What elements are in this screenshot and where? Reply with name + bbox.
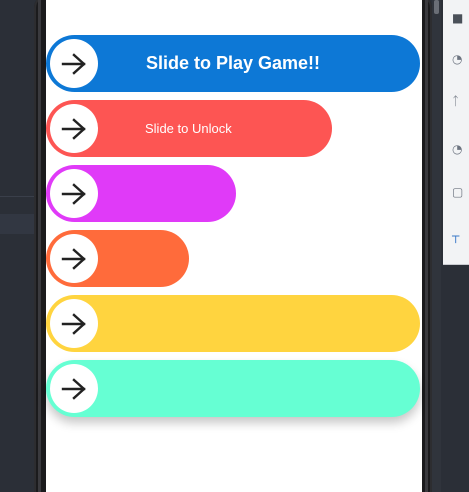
arrow-right-icon [61,117,86,140]
scrollbar[interactable] [432,0,441,492]
search-icon[interactable]: ◔ [452,53,462,65]
slider-knob[interactable] [50,169,98,218]
side-toolbar: ■ ◔ ᛏ ◔ ▢ ┬ [443,0,469,265]
scrollbar-thumb[interactable] [434,0,439,14]
arrow-right-icon [61,52,86,75]
arrow-right-icon [61,247,86,270]
ide-left-panel [0,0,34,492]
orange-slider[interactable] [46,230,189,287]
document-icon[interactable]: ▢ [452,186,463,198]
mint-slider[interactable] [46,360,420,417]
yellow-slider[interactable] [46,295,420,352]
slider-label: Slide to Play Game!! [146,53,321,73]
slider-label: Slide to Unlock [145,121,232,136]
editor-row-highlight [0,214,34,234]
arrow-right-icon [61,377,86,400]
pin-icon[interactable]: ᛏ [452,95,459,107]
slider-knob[interactable] [50,39,98,88]
slide-to-play-game-slider[interactable]: Slide to Play Game!! [46,35,420,92]
purple-slider[interactable] [46,165,236,222]
slide-to-unlock-slider[interactable]: Slide to Unlock [46,100,332,157]
slider-knob[interactable] [50,299,98,348]
ide-right-panel: ■ ◔ ᛏ ◔ ▢ ┬ [432,0,469,492]
slider-knob[interactable] [50,234,98,283]
slider-knob[interactable] [50,104,98,153]
slider-knob[interactable] [50,364,98,413]
arrow-right-icon [61,182,86,205]
device-bezel-left [38,0,41,492]
ide-window: Slide to Play Game!! Slide to Unlock ■ ◔… [0,0,469,492]
add-icon[interactable]: ┬ [452,230,459,242]
folder-icon[interactable]: ■ [452,12,463,24]
device-bezel-right [425,0,428,492]
divider [0,196,34,197]
arrow-right-icon [61,312,86,335]
refresh-icon[interactable]: ◔ [452,143,462,155]
